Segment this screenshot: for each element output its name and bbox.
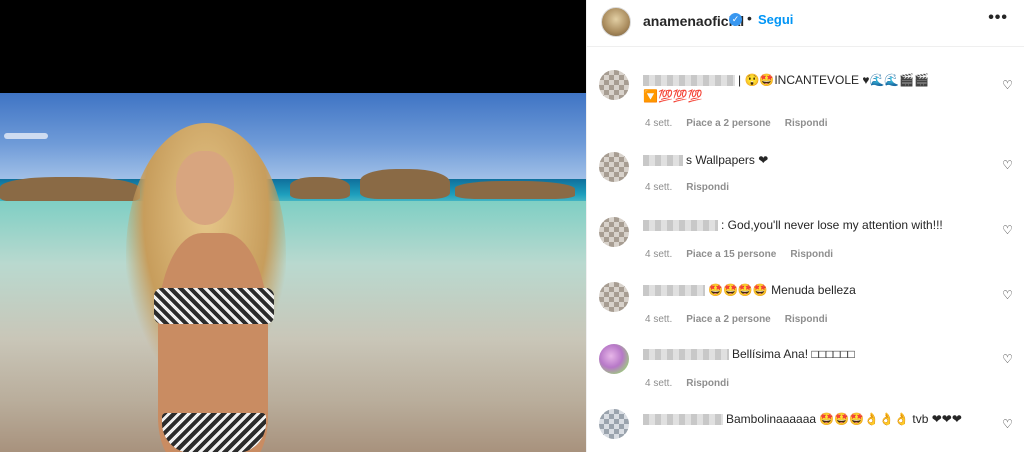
photo-person xyxy=(96,123,316,452)
comment-likes-count[interactable]: Piace a 15 persone xyxy=(686,249,776,260)
commenter-avatar[interactable] xyxy=(599,344,629,374)
author-avatar[interactable] xyxy=(601,7,631,37)
post-media[interactable] xyxy=(0,0,586,452)
post-photo xyxy=(0,93,586,452)
comments-panel: anamenaoficial ✓ • Segui ••• | 😲🤩INCANTE… xyxy=(586,0,1024,452)
comment-text: Bambolinaaaaaa 🤩🤩🤩👌👌👌 tvb ❤❤❤ xyxy=(643,411,962,427)
comment-time[interactable]: 4 sett. xyxy=(645,118,672,129)
comment-time[interactable]: 4 sett. xyxy=(645,378,672,389)
comment-meta: 4 sett. Piace a 15 persone Rispondi xyxy=(645,249,847,260)
comment-text-continued: 🔽💯💯💯 xyxy=(643,89,703,103)
follow-button[interactable]: Segui xyxy=(758,12,793,27)
comment-meta: 4 sett. Rispondi xyxy=(645,182,743,193)
verified-badge-icon: ✓ xyxy=(729,13,742,26)
blurred-username xyxy=(643,414,723,426)
comment-text: Bellísima Ana! □□□□□□ xyxy=(643,346,855,362)
commenter-avatar[interactable] xyxy=(599,70,629,100)
reply-button[interactable]: Rispondi xyxy=(686,378,729,389)
photo-face xyxy=(176,151,234,225)
comment-text: : God,you'll never lose my attention wit… xyxy=(643,217,943,233)
reply-button[interactable]: Rispondi xyxy=(790,249,833,260)
blurred-username xyxy=(643,75,735,87)
comment-time[interactable]: 4 sett. xyxy=(645,314,672,325)
comment-text: s Wallpapers ❤ xyxy=(643,152,768,168)
comment-meta: 4 sett. Piace a 2 persone Rispondi xyxy=(645,314,842,325)
heart-outline-icon[interactable]: ♡ xyxy=(1001,418,1014,431)
more-options-icon[interactable]: ••• xyxy=(988,9,1008,27)
commenter-avatar[interactable] xyxy=(599,282,629,312)
photo-rock xyxy=(360,169,450,199)
comment-meta: 4 sett. Rispondi xyxy=(645,378,743,389)
reply-button[interactable]: Rispondi xyxy=(686,182,729,193)
comment-likes-count[interactable]: Piace a 2 persone xyxy=(686,118,771,129)
photo-rock xyxy=(455,181,575,199)
reply-button[interactable]: Rispondi xyxy=(785,314,828,325)
photo-cloud xyxy=(4,133,48,139)
heart-outline-icon[interactable]: ♡ xyxy=(1001,289,1014,302)
heart-outline-icon[interactable]: ♡ xyxy=(1001,79,1014,92)
comment-meta: 4 sett. Piace a 2 persone Rispondi xyxy=(645,118,842,129)
heart-outline-icon[interactable]: ♡ xyxy=(1001,159,1014,172)
blurred-username xyxy=(643,220,718,232)
blurred-username xyxy=(643,155,683,167)
reply-button[interactable]: Rispondi xyxy=(785,118,828,129)
commenter-avatar[interactable] xyxy=(599,152,629,182)
photo-bikini-bottom xyxy=(162,413,266,452)
heart-outline-icon[interactable]: ♡ xyxy=(1001,224,1014,237)
photo-bikini-top xyxy=(154,288,274,324)
blurred-username xyxy=(643,285,705,297)
commenter-avatar[interactable] xyxy=(599,217,629,247)
comment-likes-count[interactable]: Piace a 2 persone xyxy=(686,314,771,325)
comment-time[interactable]: 4 sett. xyxy=(645,249,672,260)
commenter-avatar[interactable] xyxy=(599,409,629,439)
post-header: anamenaoficial ✓ • Segui ••• xyxy=(587,0,1024,47)
heart-outline-icon[interactable]: ♡ xyxy=(1001,353,1014,366)
comment-text: | 😲🤩INCANTEVOLE ♥🌊🌊🎬🎬 xyxy=(643,72,929,88)
comment-text: 🤩🤩🤩🤩 Menuda belleza xyxy=(643,282,856,298)
blurred-username xyxy=(643,349,729,361)
comment-time[interactable]: 4 sett. xyxy=(645,182,672,193)
separator-dot: • xyxy=(747,10,752,26)
